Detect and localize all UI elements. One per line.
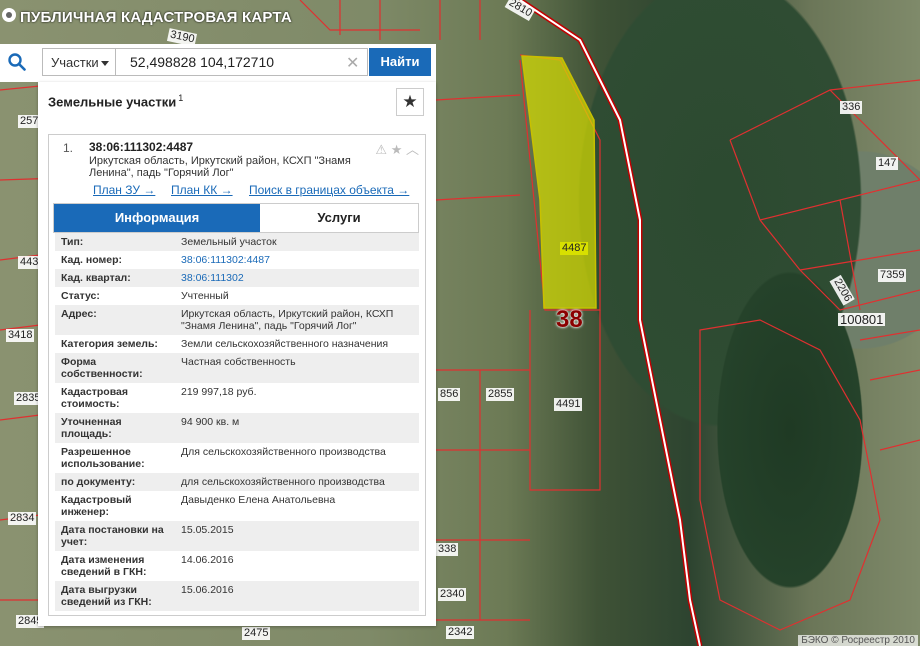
clear-icon[interactable]: ✕ [346, 53, 359, 73]
property-row: Разрешенное использование: Для сельскохоз… [61, 446, 386, 470]
parcel-label[interactable]: 856 [438, 388, 461, 401]
parcel-label[interactable]: 2475 [242, 627, 271, 640]
tab-information[interactable]: Информация [54, 204, 260, 232]
find-button[interactable]: Найти [369, 48, 431, 76]
parcel-label[interactable]: 336 [840, 101, 863, 114]
favorites-button[interactable]: ★ [396, 88, 424, 116]
warning-icon[interactable]: ⚠ [375, 142, 387, 157]
property-row: Статус: Учтенный [61, 290, 229, 302]
parcel-label[interactable]: 2342 [446, 626, 475, 639]
app-header: ПУБЛИЧНАЯ КАДАСТРОВАЯ КАРТА [0, 0, 320, 36]
object-type-value: Участки [51, 55, 99, 70]
parcel-label[interactable]: 4487 [560, 242, 589, 255]
tab-services[interactable]: Услуги [260, 204, 418, 232]
result-card[interactable]: 1. 38:06:111302:4487 Иркутская область, … [48, 134, 426, 616]
star-icon[interactable]: ★ [391, 142, 403, 157]
search-bar: Участки ✕ Найти [0, 44, 436, 82]
cad-number-link[interactable]: 38:06:111302:4487 [181, 254, 415, 266]
object-type-select[interactable]: Участки [42, 48, 116, 76]
parcel-label[interactable]: 2855 [486, 388, 515, 401]
result-address: Иркутская область, Иркутский район, КСХП… [89, 155, 351, 179]
app-title: ПУБЛИЧНАЯ КАДАСТРОВАЯ КАРТА [20, 9, 292, 26]
chevron-up-icon[interactable]: ︿ [406, 142, 419, 157]
result-index: 1. [63, 141, 74, 155]
parcel-label[interactable]: 338 [436, 543, 459, 556]
result-count: 1 [178, 93, 184, 103]
parcel-label[interactable]: 147 [876, 157, 899, 170]
parcel-label[interactable]: 443 [18, 256, 41, 269]
parcel-label[interactable]: 257 [18, 115, 41, 128]
parcel-label[interactable]: 3418 [6, 329, 35, 342]
panel-title: Земельные участки 1 [48, 93, 184, 110]
property-row: Категория земель: Земли сельскохозяйствен… [61, 338, 389, 350]
property-row: Кадастровая стоимость: 219 997,18 руб. [61, 386, 257, 410]
parcel-label[interactable]: 4491 [554, 398, 583, 411]
plan-kk-link[interactable]: План КК → [171, 183, 233, 197]
cad-quarter-link[interactable]: 38:06:111302 [181, 272, 415, 284]
cad-number-title: 38:06:111302:4487 [89, 140, 194, 154]
results-panel: Земельные участки 1 ★ 1. 38:06:111302:448… [38, 82, 436, 626]
property-row: Адрес: Иркутская область, Иркутский район… [55, 305, 419, 335]
card-tabs: Информация Услуги [53, 203, 419, 233]
property-row: Форма собственности: Частная собственност… [55, 353, 419, 383]
map-copyright: БЭКО © Росреестр 2010 [798, 635, 918, 646]
selected-parcel [521, 55, 597, 309]
search-input[interactable] [116, 48, 368, 76]
property-row: Кад. квартал: 38:06:111302 [55, 269, 419, 287]
property-row: по документу: для сельскохозяйственного п… [55, 473, 419, 491]
star-icon: ★ [402, 92, 418, 111]
parcel-label[interactable]: 2340 [438, 588, 467, 601]
property-row: Дата постановки на учет: 15.05.2015 [55, 521, 419, 551]
properties-table: Тип: Земельный участок Кад. номер: 38:06:1… [55, 233, 419, 611]
property-row: Уточненная площадь: 94 900 кв. м [55, 413, 419, 443]
parcel-label[interactable]: 2834 [8, 512, 37, 525]
parcel-label[interactable]: 100801 [838, 313, 886, 326]
search-icon[interactable] [8, 53, 26, 71]
property-row: Тип: Земельный участок [55, 233, 419, 251]
property-row: Кад. номер: 38:06:111302:4487 [55, 251, 419, 269]
property-row: Кадастровый инженер: Давыденко Елена Анат… [61, 494, 336, 518]
logo-icon [2, 8, 16, 22]
property-row: Дата выгрузки сведений из ГКН: 15.06.2016 [55, 581, 419, 611]
card-actions: ⚠ ★ ︿ [375, 139, 419, 158]
property-row: Дата изменения сведений в ГКН: 14.06.2016 [61, 554, 234, 578]
region-badge: 38 [556, 306, 583, 333]
search-in-bounds-link[interactable]: Поиск в границах объекта → [249, 183, 409, 197]
chevron-down-icon [101, 61, 109, 66]
parcel-label[interactable]: 7359 [878, 269, 907, 282]
plan-zu-link[interactable]: План ЗУ → [93, 183, 155, 197]
